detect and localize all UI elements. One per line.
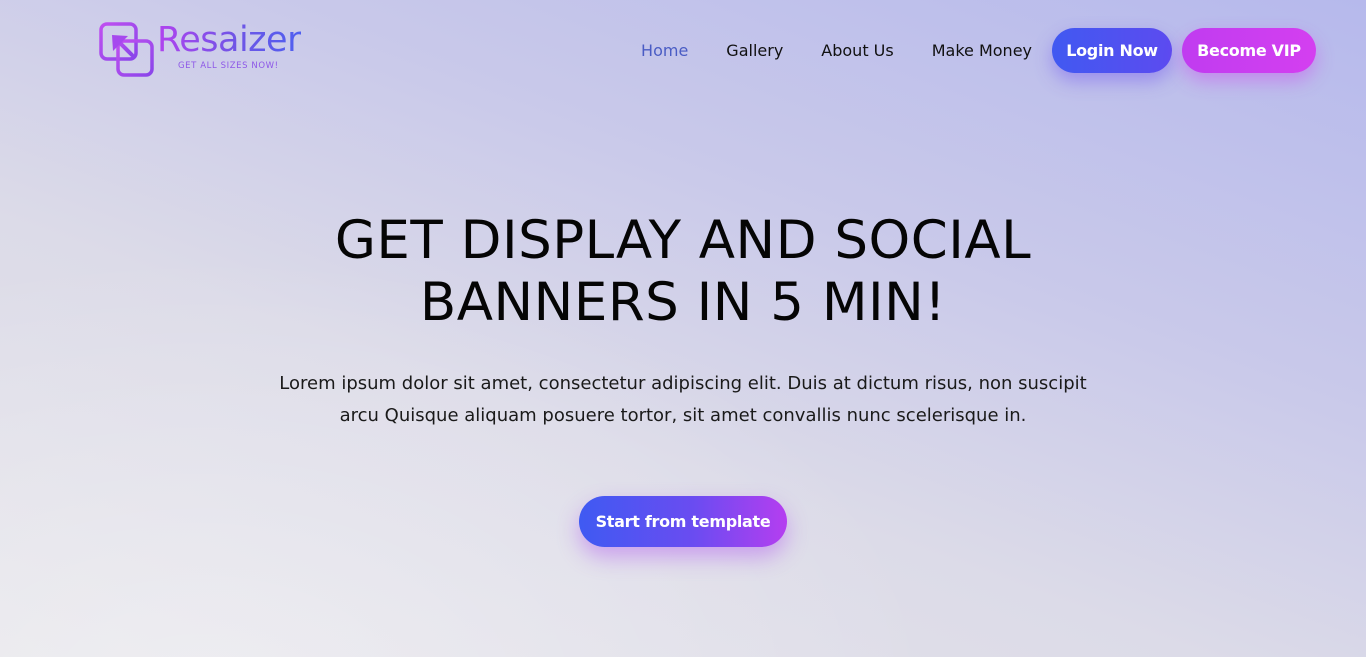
nav-gallery-link[interactable]: Gallery (726, 41, 783, 60)
nav-about-us-link[interactable]: About Us (821, 41, 893, 60)
page: Resaizer GET ALL SIZES NOW! Home Gallery… (0, 0, 1366, 657)
resize-arrow-icon (99, 22, 154, 77)
hero-title: GET DISPLAY AND SOCIAL BANNERS IN 5 MIN! (183, 210, 1183, 334)
nav-home-link[interactable]: Home (641, 41, 688, 60)
hero-title-line-1: GET DISPLAY AND SOCIAL (334, 210, 1032, 271)
brand-tagline: GET ALL SIZES NOW! (178, 61, 279, 71)
become-vip-button[interactable]: Become VIP (1182, 28, 1316, 73)
nav-make-money-link[interactable]: Make Money (932, 41, 1032, 60)
hero-description: Lorem ipsum dolor sit amet, consectetur … (279, 373, 1087, 426)
brand-name: Resaizer (157, 20, 301, 60)
hero-title-line-2: BANNERS IN 5 MIN! (419, 272, 947, 333)
login-button[interactable]: Login Now (1052, 28, 1172, 73)
start-from-template-button[interactable]: Start from template (579, 496, 787, 547)
brand-logo[interactable]: Resaizer GET ALL SIZES NOW! (99, 20, 309, 80)
main-nav: Home Gallery About Us Make Money Login N… (641, 28, 1316, 73)
